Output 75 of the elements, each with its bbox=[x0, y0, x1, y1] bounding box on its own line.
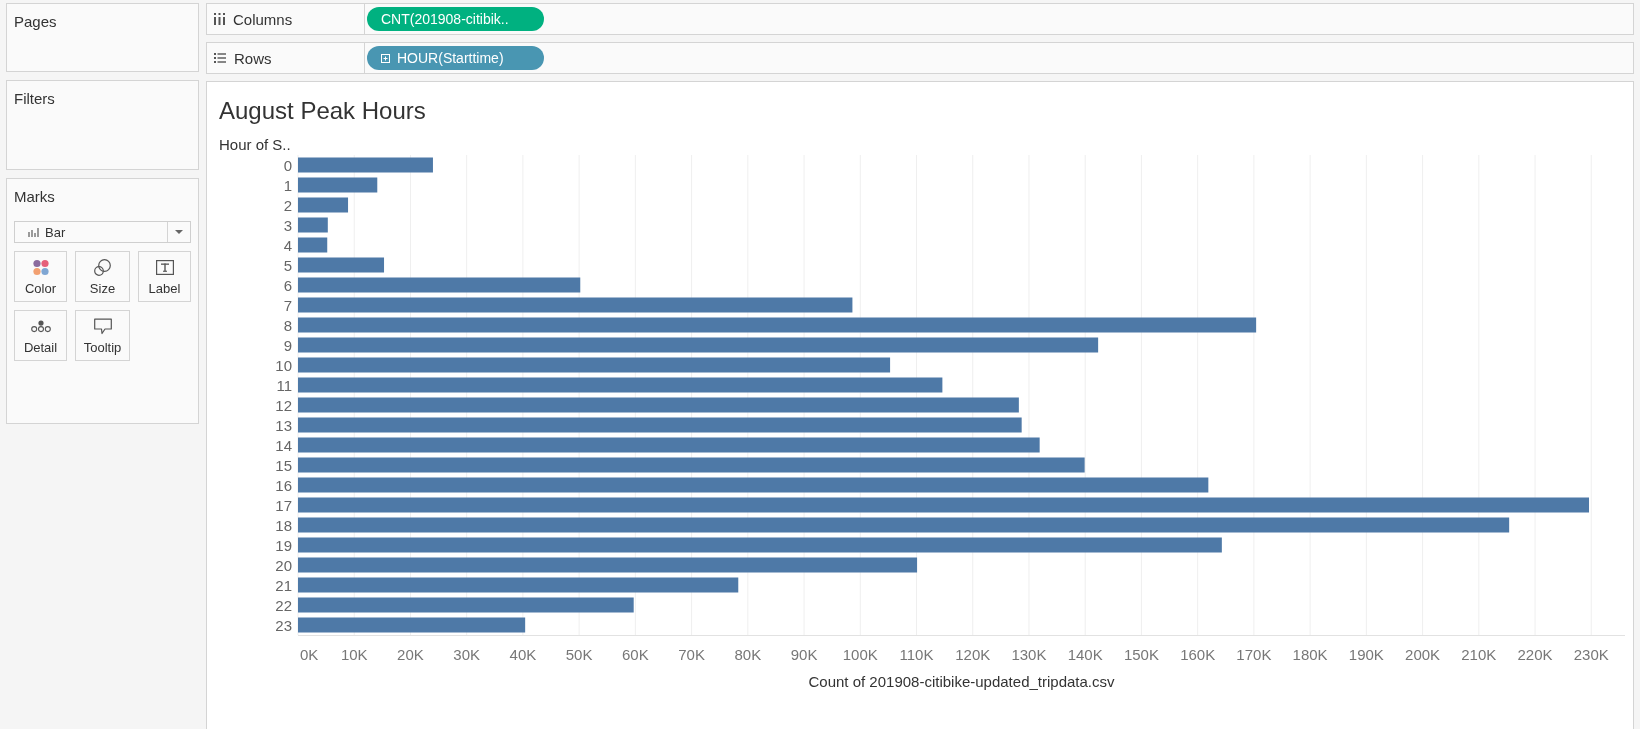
tick-label: 200K bbox=[1405, 646, 1441, 663]
axis-label: 2 bbox=[283, 196, 292, 214]
axis-label: 1 bbox=[283, 176, 292, 194]
axis-label: 10 bbox=[275, 356, 292, 374]
axis-label: 13 bbox=[275, 416, 292, 434]
tick-label: 120K bbox=[955, 646, 991, 663]
tick-label: 80K bbox=[734, 646, 762, 663]
axis-label: 0 bbox=[283, 156, 292, 174]
view-title: August Peak Hours bbox=[218, 96, 426, 125]
axis-label: 22 bbox=[275, 596, 292, 614]
bar bbox=[298, 237, 328, 253]
tick-label: 0K bbox=[300, 646, 319, 663]
tick-label: 140K bbox=[1067, 646, 1103, 663]
axis-label: 23 bbox=[275, 616, 292, 634]
tick-label: 110K bbox=[899, 646, 934, 663]
columns-icon bbox=[214, 13, 225, 25]
axis-label: 15 bbox=[275, 456, 292, 474]
axis-label: 18 bbox=[275, 516, 292, 534]
mark-card-button[interactable]: Color bbox=[14, 251, 67, 302]
tick-label: 40K bbox=[509, 646, 537, 663]
bar bbox=[298, 217, 328, 233]
tick-label: 150K bbox=[1123, 646, 1159, 663]
panel-title: Marks bbox=[14, 187, 56, 205]
caret-icon bbox=[175, 230, 183, 234]
axis-label: 5 bbox=[283, 256, 292, 274]
axis-label: 7 bbox=[283, 296, 292, 314]
mark-card-button[interactable]: Detail bbox=[14, 310, 67, 361]
tick-label: 220K bbox=[1517, 646, 1553, 663]
mark-card-button[interactable]: Label bbox=[138, 251, 191, 302]
tick-label: 20K bbox=[397, 646, 424, 663]
dots-icon bbox=[30, 318, 51, 335]
tick-label: 70K bbox=[678, 646, 705, 663]
shelf-label: Columns bbox=[233, 10, 293, 28]
axis-label: 6 bbox=[283, 276, 292, 294]
tick-label: 10K bbox=[340, 646, 368, 663]
tick-label: 50K bbox=[565, 646, 593, 663]
bar bbox=[298, 197, 349, 213]
axis-label: 4 bbox=[283, 236, 292, 254]
axis-label: 11 bbox=[276, 376, 292, 394]
axis-label: 9 bbox=[283, 336, 292, 354]
mark-card-button[interactable]: Tooltip bbox=[75, 310, 130, 361]
dots-icon bbox=[32, 259, 49, 276]
panel-title: Pages bbox=[13, 12, 58, 30]
mark-card-button[interactable]: Size bbox=[75, 251, 130, 302]
shelf-label: Rows bbox=[234, 49, 272, 67]
axis-title: Count of 201908-citibike-updated_tripdata.csv bbox=[808, 673, 1115, 690]
tick-label: 170K bbox=[1236, 646, 1272, 663]
text-box-icon bbox=[155, 259, 174, 276]
tick-label: 230K bbox=[1573, 646, 1609, 663]
axis-label: 16 bbox=[275, 476, 292, 494]
rows-icon bbox=[214, 53, 226, 63]
bar-chart-icon bbox=[28, 227, 39, 237]
axis-label: 14 bbox=[275, 436, 292, 454]
axis-label: 17 bbox=[275, 496, 292, 514]
circles-icon bbox=[94, 259, 111, 276]
axis-label: 12 bbox=[275, 396, 292, 414]
tick-label: 190K bbox=[1348, 646, 1384, 663]
axis-title: Hour of S.. bbox=[219, 136, 291, 153]
tick-label: 90K bbox=[790, 646, 818, 663]
tick-label: 210K bbox=[1461, 646, 1497, 663]
axis-label: 20 bbox=[275, 556, 292, 574]
speech-bubble-icon bbox=[93, 318, 112, 335]
tick-label: 30K bbox=[453, 646, 481, 663]
mark-type-dropdown[interactable]: Bar bbox=[14, 221, 191, 243]
axis-label: 21 bbox=[275, 576, 292, 594]
axis-label: 3 bbox=[283, 216, 292, 234]
expand-icon bbox=[381, 53, 390, 63]
axis-label: 8 bbox=[283, 316, 292, 334]
tick-label: 160K bbox=[1180, 646, 1216, 663]
panel-title: Filters bbox=[13, 89, 56, 107]
axis-label: 19 bbox=[275, 536, 292, 554]
tick-label: 180K bbox=[1292, 646, 1328, 663]
tick-label: 130K bbox=[1011, 646, 1047, 663]
tick-label: 60K bbox=[622, 646, 649, 663]
tick-label: 100K bbox=[842, 646, 878, 663]
